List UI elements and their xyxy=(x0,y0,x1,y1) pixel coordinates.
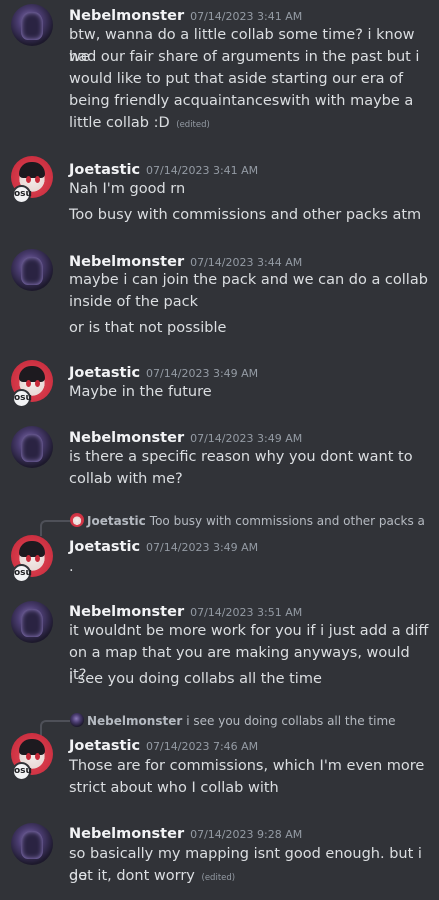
username[interactable]: Joetastic xyxy=(69,365,140,381)
message-header: Nebelmonster 07/14/2023 3:49 AM xyxy=(69,427,302,446)
timestamp: 07/14/2023 3:49 AM xyxy=(146,367,259,380)
timestamp: 07/14/2023 7:46 AM xyxy=(146,740,259,753)
nebelmonster-avatar[interactable] xyxy=(11,823,53,865)
timestamp: 07/14/2023 3:51 AM xyxy=(190,606,303,619)
message-text-row: little collab :D (edited) xyxy=(69,112,429,136)
message-text: strict about who I collab with xyxy=(69,780,279,796)
username[interactable]: Joetastic xyxy=(69,738,140,754)
timestamp: 07/14/2023 3:49 AM xyxy=(190,432,303,445)
nebelmonster-avatar[interactable] xyxy=(11,426,53,468)
nebelmonster-avatar[interactable] xyxy=(11,4,53,46)
edited-label: (edited) xyxy=(176,120,210,130)
message-text: get it, dont worry xyxy=(69,868,195,884)
reply-text: Too busy with commissions and other pack… xyxy=(149,514,425,528)
message-text: Too busy with commissions and other pack… xyxy=(69,207,422,223)
reply-avatar-icon xyxy=(70,713,84,727)
reply-text: i see you doing collabs all the time xyxy=(186,714,396,728)
message-text: maybe i can join the pack and we can do … xyxy=(69,272,428,288)
message-header: Nebelmonster 07/14/2023 3:41 AM xyxy=(69,5,302,24)
timestamp: 07/14/2023 3:41 AM xyxy=(146,164,259,177)
nebelmonster-avatar[interactable] xyxy=(11,249,53,291)
message-text: Nah I'm good rn xyxy=(69,181,186,197)
username[interactable]: Joetastic xyxy=(69,162,140,178)
message-text: is there a specific reason why you dont … xyxy=(69,449,413,465)
osu-badge-icon: osu xyxy=(12,564,32,583)
message-text: it wouldnt be more work for you if i jus… xyxy=(69,623,429,639)
nebelmonster-avatar[interactable] xyxy=(11,601,53,643)
timestamp: 07/14/2023 3:41 AM xyxy=(190,10,303,23)
reply-author: Joetastic xyxy=(87,514,146,528)
message-text: Those are for commissions, which I'm eve… xyxy=(69,758,425,774)
message-text: being friendly acquaintanceswith with ma… xyxy=(69,93,414,109)
timestamp: 07/14/2023 9:28 AM xyxy=(190,828,303,841)
osu-badge-icon: osu xyxy=(12,762,32,781)
message-text: inside of the pack xyxy=(69,294,198,310)
message-header: Nebelmonster 07/14/2023 3:51 AM xyxy=(69,601,302,620)
reply-connector xyxy=(40,720,70,736)
reply-connector xyxy=(40,520,70,536)
reply-avatar-icon xyxy=(70,513,84,527)
message-text: would like to put that aside starting ou… xyxy=(69,71,404,87)
message-header: Nebelmonster 07/14/2023 9:28 AM xyxy=(69,823,302,842)
message-text: Maybe in the future xyxy=(69,384,212,400)
osu-badge-icon: osu xyxy=(12,389,32,408)
username[interactable]: Nebelmonster xyxy=(69,430,184,446)
username[interactable]: Joetastic xyxy=(69,539,140,555)
message-header: Joetastic 07/14/2023 3:49 AM xyxy=(69,362,258,381)
message-header: Nebelmonster 07/14/2023 3:44 AM xyxy=(69,251,302,270)
message-text: collab with me? xyxy=(69,471,183,487)
username[interactable]: Nebelmonster xyxy=(69,826,184,842)
osu-badge-icon: osu xyxy=(12,185,32,204)
message-header: Joetastic 07/14/2023 7:46 AM xyxy=(69,735,258,754)
username[interactable]: Nebelmonster xyxy=(69,8,184,24)
username[interactable]: Nebelmonster xyxy=(69,254,184,270)
message-header: Joetastic 07/14/2023 3:41 AM xyxy=(69,159,258,178)
timestamp: 07/14/2023 3:49 AM xyxy=(146,541,259,554)
message-text: i see you doing collabs all the time xyxy=(69,671,322,687)
timestamp: 07/14/2023 3:44 AM xyxy=(190,256,303,269)
message-text: had our fair share of arguments in the p… xyxy=(69,49,420,65)
username[interactable]: Nebelmonster xyxy=(69,604,184,620)
edited-label: (edited) xyxy=(201,873,236,883)
reply-author: Nebelmonster xyxy=(87,714,183,728)
message-header: Joetastic 07/14/2023 3:49 AM xyxy=(69,536,258,555)
message-text: . xyxy=(69,559,74,575)
message-text-row: get it, dont worry (edited) xyxy=(69,865,429,889)
message-text: or is that not possible xyxy=(69,320,227,336)
message-text: little collab :D xyxy=(69,115,170,131)
